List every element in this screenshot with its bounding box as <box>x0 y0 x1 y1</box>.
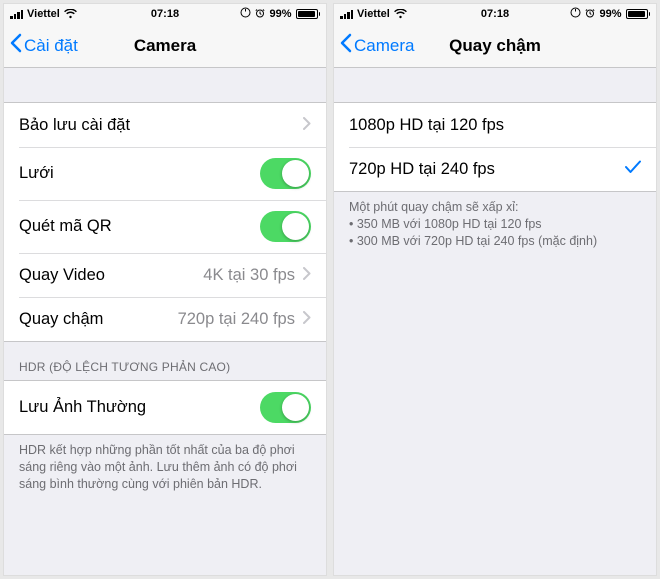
row-label: Lưới <box>19 164 54 183</box>
row-label: Lưu Ảnh Thường <box>19 398 146 417</box>
status-time: 07:18 <box>151 8 179 20</box>
hdr-section-header: HDR (ĐỘ LỆCH TƯƠNG PHẢN CAO) <box>4 342 326 380</box>
row-label: Quay Video <box>19 266 105 285</box>
row-label: Quét mã QR <box>19 217 112 236</box>
row-value: 4K tại 30 fps <box>203 266 295 285</box>
row-preserve-settings[interactable]: Bảo lưu cài đặt <box>4 103 326 147</box>
battery-percent: 99% <box>599 8 621 20</box>
footer-intro: Một phút quay chậm sẽ xấp xỉ: <box>349 199 641 216</box>
row-grid: Lưới <box>4 147 326 200</box>
back-label: Cài đặt <box>24 36 78 56</box>
alarm-icon <box>255 8 265 21</box>
status-bar: Viettel 07:18 99% <box>334 4 656 24</box>
row-slomo[interactable]: Quay chậm 720p tại 240 fps <box>4 297 326 341</box>
status-time: 07:18 <box>481 8 509 20</box>
row-record-video[interactable]: Quay Video 4K tại 30 fps <box>4 253 326 297</box>
grid-toggle[interactable] <box>260 158 311 189</box>
option-label: 1080p HD tại 120 fps <box>349 116 504 135</box>
signal-icon <box>10 9 23 19</box>
row-value: 720p tại 240 fps <box>178 310 295 329</box>
settings-content: Bảo lưu cài đặt Lưới Quét mã QR <box>4 68 326 575</box>
chevron-right-icon <box>303 266 311 285</box>
footer-line: 300 MB với 720p HD tại 240 fps (mặc định… <box>349 233 641 250</box>
rotation-lock-icon <box>570 7 581 21</box>
carrier-label: Viettel <box>27 8 60 20</box>
slomo-footer: Một phút quay chậm sẽ xấp xỉ: 350 MB với… <box>334 192 656 262</box>
row-scan-qr: Quét mã QR <box>4 200 326 253</box>
back-chevron-icon <box>10 33 22 58</box>
back-label: Camera <box>354 36 414 56</box>
hdr-footer: HDR kết hợp những phần tốt nhất của ba đ… <box>4 435 326 505</box>
checkmark-icon <box>625 160 641 179</box>
back-button[interactable]: Camera <box>334 33 414 58</box>
phone-right: Viettel 07:18 99% Camera <box>333 3 657 576</box>
slomo-options-group: 1080p HD tại 120 fps 720p HD tại 240 fps <box>334 102 656 192</box>
nav-bar: Camera Quay chậm <box>334 24 656 68</box>
hdr-group: Lưu Ảnh Thường <box>4 380 326 435</box>
battery-icon <box>626 9 651 19</box>
wifi-icon <box>394 9 407 19</box>
signal-icon <box>340 9 353 19</box>
slomo-content: 1080p HD tại 120 fps 720p HD tại 240 fps… <box>334 68 656 575</box>
page-title: Camera <box>134 36 196 56</box>
nav-bar: Cài đặt Camera <box>4 24 326 68</box>
rotation-lock-icon <box>240 7 251 21</box>
page-title: Quay chậm <box>449 36 541 56</box>
row-label: Quay chậm <box>19 310 103 329</box>
carrier-label: Viettel <box>357 8 390 20</box>
option-1080p-120fps[interactable]: 1080p HD tại 120 fps <box>334 103 656 147</box>
battery-percent: 99% <box>269 8 291 20</box>
battery-icon <box>296 9 321 19</box>
phone-left: Viettel 07:18 99% Cài đặt <box>3 3 327 576</box>
camera-settings-group: Bảo lưu cài đặt Lưới Quét mã QR <box>4 102 326 342</box>
keep-normal-toggle[interactable] <box>260 392 311 423</box>
option-720p-240fps[interactable]: 720p HD tại 240 fps <box>334 147 656 191</box>
status-bar: Viettel 07:18 99% <box>4 4 326 24</box>
chevron-right-icon <box>303 310 311 329</box>
wifi-icon <box>64 9 77 19</box>
footer-line: 350 MB với 1080p HD tại 120 fps <box>349 216 641 233</box>
qr-toggle[interactable] <box>260 211 311 242</box>
row-keep-normal-photo: Lưu Ảnh Thường <box>4 381 326 434</box>
chevron-right-icon <box>303 116 311 135</box>
alarm-icon <box>585 8 595 21</box>
row-label: Bảo lưu cài đặt <box>19 116 130 135</box>
back-button[interactable]: Cài đặt <box>4 33 78 58</box>
option-label: 720p HD tại 240 fps <box>349 160 495 179</box>
back-chevron-icon <box>340 33 352 58</box>
